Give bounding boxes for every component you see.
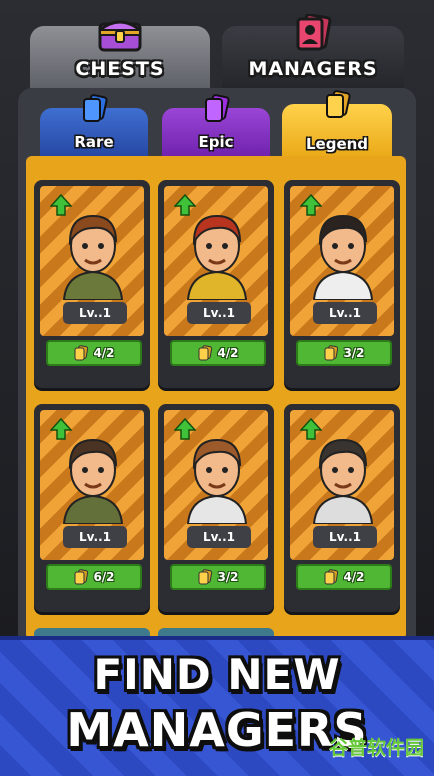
blue-card-icon bbox=[83, 94, 108, 122]
card-count: 4/2 bbox=[296, 564, 392, 590]
upgrade-arrow-icon[interactable] bbox=[300, 194, 322, 216]
tab-managers-label: MANAGERS bbox=[248, 58, 378, 80]
manager-avatar-icon bbox=[312, 214, 374, 300]
card-count-value: 4/2 bbox=[343, 570, 365, 584]
tab-managers[interactable]: MANAGERS bbox=[222, 14, 404, 88]
manager-level: Lv..1 bbox=[313, 302, 377, 324]
subtab-rare-label: Rare bbox=[74, 133, 114, 151]
card-count: 4/2 bbox=[170, 340, 266, 366]
manager-portrait: Lv..1 bbox=[40, 410, 144, 560]
card-count: 6/2 bbox=[46, 564, 142, 590]
subtab-epic-label: Epic bbox=[198, 133, 234, 151]
manager-card[interactable]: Lv..1 3/2 bbox=[284, 180, 400, 388]
card-stack-icon bbox=[74, 569, 89, 585]
tab-chests[interactable]: CHESTS bbox=[30, 20, 210, 88]
subtab-legend[interactable]: Legend bbox=[282, 90, 392, 160]
card-count-value: 3/2 bbox=[217, 570, 239, 584]
upgrade-arrow-icon[interactable] bbox=[174, 194, 196, 216]
manager-portrait: Lv..1 bbox=[164, 410, 268, 560]
gold-card-icon bbox=[326, 90, 351, 118]
manager-card[interactable]: Lv..1 4/2 bbox=[284, 404, 400, 612]
manager-avatar-icon bbox=[62, 214, 124, 300]
manager-portrait: Lv..1 bbox=[290, 186, 394, 336]
manager-portrait: Lv..1 bbox=[290, 410, 394, 560]
banner-line-1: FIND NEW bbox=[93, 650, 341, 699]
card-stack-icon bbox=[74, 345, 89, 361]
subtab-rare[interactable]: Rare bbox=[40, 94, 148, 158]
manager-card[interactable]: Lv..1 6/2 bbox=[34, 404, 150, 612]
card-stack-icon bbox=[324, 345, 339, 361]
manager-level: Lv..1 bbox=[313, 526, 377, 548]
manager-avatar-icon bbox=[186, 438, 248, 524]
card-count-value: 4/2 bbox=[93, 346, 115, 360]
manager-level: Lv..1 bbox=[63, 302, 127, 324]
upgrade-arrow-icon[interactable] bbox=[300, 418, 322, 440]
manager-card[interactable]: Lv..1 3/2 bbox=[158, 404, 274, 612]
manager-avatar-icon bbox=[312, 438, 374, 524]
manager-portrait: Lv..1 bbox=[40, 186, 144, 336]
card-stack-icon bbox=[198, 569, 213, 585]
card-count-value: 4/2 bbox=[217, 346, 239, 360]
upgrade-arrow-icon[interactable] bbox=[50, 194, 72, 216]
card-stack-icon bbox=[198, 345, 213, 361]
manager-avatar-icon bbox=[62, 438, 124, 524]
card-count: 4/2 bbox=[46, 340, 142, 366]
card-count-value: 6/2 bbox=[93, 570, 115, 584]
card-count: 3/2 bbox=[296, 340, 392, 366]
card-count-value: 3/2 bbox=[343, 346, 365, 360]
card-count: 3/2 bbox=[170, 564, 266, 590]
upgrade-arrow-icon[interactable] bbox=[50, 418, 72, 440]
card-stack-icon bbox=[324, 569, 339, 585]
upgrade-arrow-icon[interactable] bbox=[174, 418, 196, 440]
manager-card-icon bbox=[296, 14, 332, 51]
manager-level: Lv..1 bbox=[187, 526, 251, 548]
manager-card[interactable]: Lv..1 4/2 bbox=[34, 180, 150, 388]
manager-avatar-icon bbox=[186, 214, 248, 300]
subtab-epic[interactable]: Epic bbox=[162, 94, 270, 158]
watermark: 谷普软件园 bbox=[328, 737, 424, 759]
tab-chests-label: CHESTS bbox=[75, 58, 165, 80]
manager-level: Lv..1 bbox=[63, 526, 127, 548]
chest-icon bbox=[98, 20, 142, 52]
purple-card-icon bbox=[205, 94, 230, 122]
manager-portrait: Lv..1 bbox=[164, 186, 268, 336]
manager-level: Lv..1 bbox=[187, 302, 251, 324]
manager-card[interactable]: Lv..1 4/2 bbox=[158, 180, 274, 388]
